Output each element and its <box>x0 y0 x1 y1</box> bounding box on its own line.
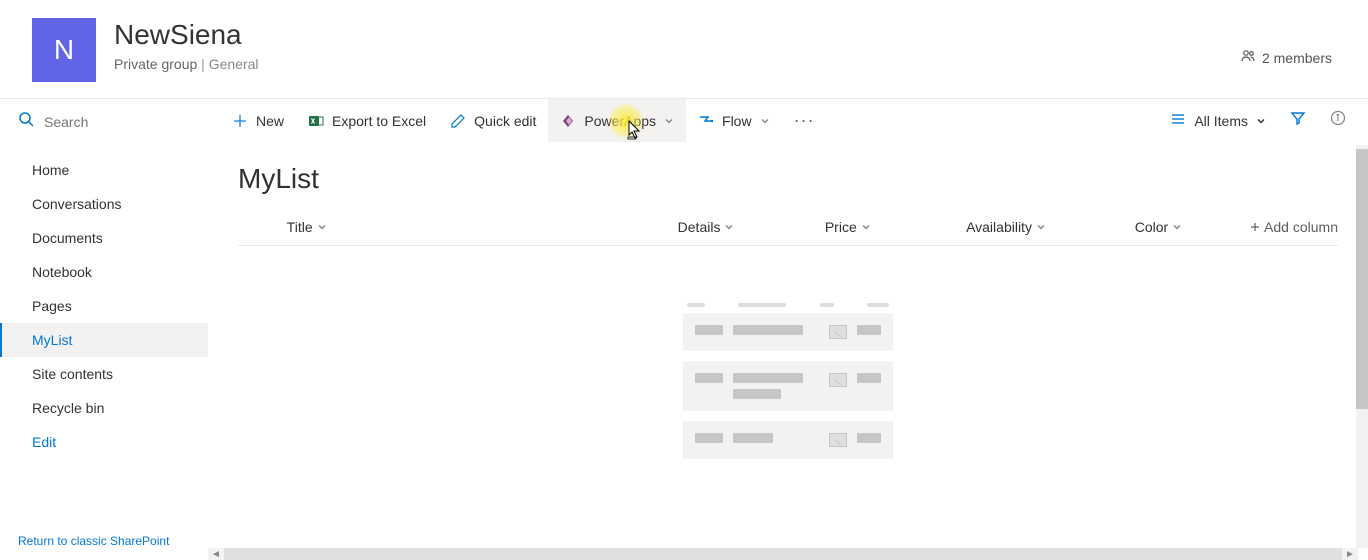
chevron-down-icon <box>1172 222 1182 232</box>
column-header-availability[interactable]: Availability <box>871 219 1046 235</box>
search-input[interactable] <box>44 114 190 130</box>
column-header-color[interactable]: Color <box>1046 219 1182 235</box>
list-canvas: MyList Title Details Price Availability <box>208 143 1368 558</box>
nav-list: Home Conversations Documents Notebook Pa… <box>0 145 208 524</box>
chevron-down-icon <box>724 222 734 232</box>
chevron-down-icon <box>1036 222 1046 232</box>
chevron-down-icon <box>317 222 327 232</box>
overflow-menu-button[interactable]: ··· <box>782 110 827 131</box>
list-title: MyList <box>238 163 1338 195</box>
nav-recycle-bin[interactable]: Recycle bin <box>0 391 208 425</box>
list-view-icon <box>1170 111 1186 130</box>
chevron-down-icon <box>760 116 770 126</box>
filter-icon <box>1290 110 1306 131</box>
site-subtitle: Private group | General <box>114 56 259 72</box>
site-title[interactable]: NewSiena <box>114 18 259 52</box>
view-selector[interactable]: All Items <box>1160 111 1276 130</box>
flow-icon <box>698 113 714 129</box>
horizontal-scrollbar[interactable]: ◄ ► <box>208 548 1358 560</box>
powerapps-button[interactable]: PowerApps <box>548 99 686 142</box>
nav-pages[interactable]: Pages <box>0 289 208 323</box>
excel-icon <box>308 113 324 129</box>
nav-edit-link[interactable]: Edit <box>0 425 208 459</box>
nav-home[interactable]: Home <box>0 153 208 187</box>
classic-sharepoint-link[interactable]: Return to classic SharePoint <box>0 524 208 558</box>
search-box[interactable] <box>0 99 208 145</box>
nav-mylist[interactable]: MyList <box>0 323 208 357</box>
site-header: N NewSiena Private group | General 2 mem… <box>0 0 1368 98</box>
nav-site-contents[interactable]: Site contents <box>0 357 208 391</box>
chevron-down-icon <box>861 222 871 232</box>
powerapps-icon <box>560 113 576 129</box>
vertical-scrollbar[interactable] <box>1356 145 1368 548</box>
pencil-icon <box>450 113 466 129</box>
flow-button[interactable]: Flow <box>686 99 782 142</box>
column-header-details[interactable]: Details <box>579 219 735 235</box>
nav-documents[interactable]: Documents <box>0 221 208 255</box>
column-header-title[interactable]: Title <box>287 219 579 235</box>
chevron-down-icon <box>1256 116 1266 126</box>
chevron-down-icon <box>664 116 674 126</box>
column-headers: Title Details Price Availability Color <box>238 219 1338 246</box>
site-title-area: NewSiena Private group | General <box>114 18 259 72</box>
empty-list-illustration <box>683 303 893 469</box>
members-icon <box>1240 48 1256 67</box>
add-column-button[interactable]: Add column <box>1182 219 1338 235</box>
plus-icon <box>232 113 248 129</box>
new-button[interactable]: New <box>220 99 296 142</box>
site-logo[interactable]: N <box>32 18 96 82</box>
search-icon <box>18 111 34 132</box>
export-excel-button[interactable]: Export to Excel <box>296 99 438 142</box>
plus-icon <box>1250 219 1260 235</box>
info-icon <box>1330 110 1346 131</box>
quick-edit-button[interactable]: Quick edit <box>438 99 548 142</box>
nav-conversations[interactable]: Conversations <box>0 187 208 221</box>
command-bar: New Export to Excel Quick edit PowerApps <box>208 99 1368 143</box>
members-link[interactable]: 2 members <box>1240 48 1332 67</box>
nav-notebook[interactable]: Notebook <box>0 255 208 289</box>
info-pane-button[interactable] <box>1320 99 1356 142</box>
left-navigation: Home Conversations Documents Notebook Pa… <box>0 99 208 558</box>
filter-button[interactable] <box>1280 99 1316 142</box>
column-header-price[interactable]: Price <box>734 219 870 235</box>
